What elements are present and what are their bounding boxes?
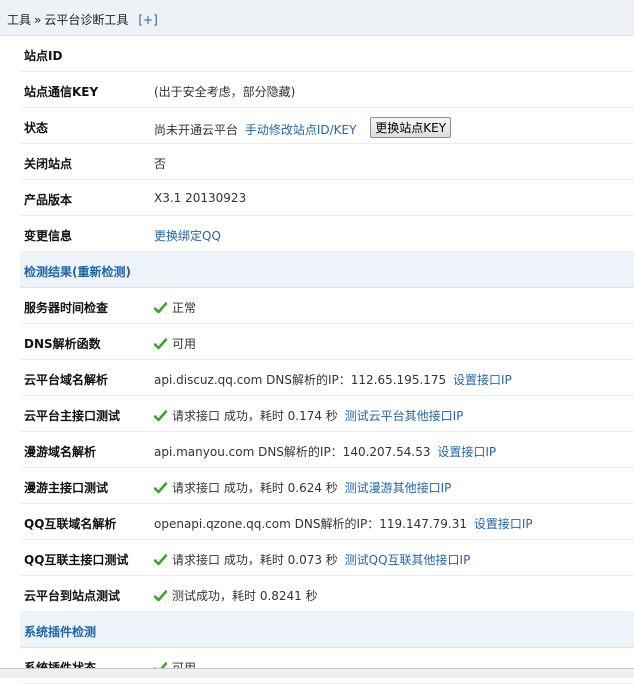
label-close-site: 关闭站点: [24, 157, 73, 171]
value-dns-func: 可用: [154, 335, 196, 352]
server-time-result: 正常: [172, 301, 197, 315]
row-status: 状态 尚未开通云平台 手动修改站点ID/KEY 更换站点KEY: [20, 108, 634, 144]
value-close-site: 否: [154, 157, 167, 171]
row-server-time: 服务器时间检查 正常: [20, 288, 634, 324]
cloud-dns-result: api.discuz.qq.com DNS解析的IP：112.65.195.17…: [154, 373, 447, 387]
row-cloud-api: 云平台主接口测试 请求接口 成功，耗时 0.174 秒 测试云平台其他接口IP: [20, 396, 634, 432]
check-icon: [154, 338, 167, 350]
set-qq-ip-link[interactable]: 设置接口IP: [474, 517, 533, 531]
value-cloud-dns: api.discuz.qq.com DNS解析的IP：112.65.195.17…: [154, 371, 512, 388]
value-cloud-to-site: 测试成功，耗时 0.8241 秒: [154, 587, 318, 604]
row-manyou-api: 漫游主接口测试 请求接口 成功，耗时 0.624 秒 测试漫游其他接口IP: [20, 468, 634, 504]
manyou-api-result: 请求接口 成功，耗时 0.624 秒: [172, 481, 338, 495]
check-icon: [154, 590, 167, 602]
label-version: 产品版本: [24, 193, 73, 207]
row-close-site: 关闭站点 否: [20, 144, 634, 180]
breadcrumb-current: 云平台诊断工具: [44, 13, 129, 27]
value-cloud-api: 请求接口 成功，耗时 0.174 秒 测试云平台其他接口IP: [154, 407, 463, 424]
dns-func-result: 可用: [172, 337, 197, 351]
row-dns-func: DNS解析函数 可用: [20, 324, 634, 360]
rebind-qq-link[interactable]: 更换绑定QQ: [154, 229, 221, 243]
row-qq-dns: QQ互联域名解析 openapi.qzone.qq.com DNS解析的IP：1…: [20, 504, 634, 540]
row-comm-key: 站点通信KEY (出于安全考虑，部分隐藏): [20, 72, 634, 108]
breadcrumb-root[interactable]: 工具: [7, 13, 31, 27]
section-check-result: 检测结果(重新检测): [20, 252, 634, 288]
test-manyou-other-ip-link[interactable]: 测试漫游其他接口IP: [345, 481, 452, 495]
row-manyou-dns: 漫游域名解析 api.manyou.com DNS解析的IP：140.207.5…: [20, 432, 634, 468]
manyou-dns-result: api.manyou.com DNS解析的IP：140.207.54.53: [154, 445, 431, 459]
set-cloud-ip-link[interactable]: 设置接口IP: [453, 373, 512, 387]
label-manyou-api: 漫游主接口测试: [24, 481, 109, 495]
value-status: 尚未开通云平台 手动修改站点ID/KEY 更换站点KEY: [154, 117, 452, 140]
breadcrumb-bar: 工具» 云平台诊断工具 [+]: [0, 0, 634, 36]
check-icon: [154, 554, 167, 566]
modify-site-id-link[interactable]: 手动修改站点ID/KEY: [245, 123, 357, 137]
row-cloud-to-site: 云平台到站点测试 测试成功，耗时 0.8241 秒: [20, 576, 634, 612]
value-manyou-api: 请求接口 成功，耗时 0.624 秒 测试漫游其他接口IP: [154, 479, 451, 496]
row-site-id: 站点ID: [20, 36, 634, 72]
label-qq-api: QQ互联主接口测试: [24, 553, 129, 567]
status-text: 尚未开通云平台: [154, 123, 239, 137]
label-site-id: 站点ID: [24, 49, 63, 63]
row-qq-api: QQ互联主接口测试 请求接口 成功，耗时 0.073 秒 测试QQ互联其他接口I…: [20, 540, 634, 576]
label-dns-func: DNS解析函数: [24, 337, 101, 351]
value-qq-api: 请求接口 成功，耗时 0.073 秒 测试QQ互联其他接口IP: [154, 551, 470, 568]
section-plugin-check-title: 系统插件检测: [24, 625, 97, 639]
check-icon: [154, 482, 167, 494]
label-server-time: 服务器时间检查: [24, 301, 109, 315]
expand-link[interactable]: [+]: [138, 13, 157, 27]
value-version: X3.1 20130923: [154, 191, 247, 205]
value-manyou-dns: api.manyou.com DNS解析的IP：140.207.54.53 设置…: [154, 443, 496, 460]
qq-api-result: 请求接口 成功，耗时 0.073 秒: [172, 553, 338, 567]
label-change-info: 变更信息: [24, 229, 73, 243]
test-qq-other-ip-link[interactable]: 测试QQ互联其他接口IP: [345, 553, 471, 567]
set-manyou-ip-link[interactable]: 设置接口IP: [437, 445, 496, 459]
test-cloud-other-ip-link[interactable]: 测试云平台其他接口IP: [345, 409, 464, 423]
row-plugin-status: 系统插件状态 可用: [20, 648, 634, 684]
breadcrumb: 工具» 云平台诊断工具 [+]: [7, 11, 158, 28]
diagnostic-table: 站点ID 站点通信KEY (出于安全考虑，部分隐藏) 状态 尚未开通云平台 手动…: [20, 36, 634, 684]
label-qq-dns: QQ互联域名解析: [24, 517, 117, 531]
change-site-key-button[interactable]: 更换站点KEY: [370, 117, 452, 138]
section-check-result-title[interactable]: 检测结果(重新检测): [24, 263, 131, 280]
label-cloud-to-site: 云平台到站点测试: [24, 589, 121, 603]
value-comm-key: (出于安全考虑，部分隐藏): [154, 85, 296, 99]
row-version: 产品版本 X3.1 20130923: [20, 180, 634, 216]
row-cloud-dns: 云平台域名解析 api.discuz.qq.com DNS解析的IP：112.6…: [20, 360, 634, 396]
value-server-time: 正常: [154, 299, 196, 316]
breadcrumb-separator: »: [34, 13, 42, 27]
row-change-info: 变更信息 更换绑定QQ: [20, 216, 634, 252]
section-plugin-check: 系统插件检测: [20, 612, 634, 648]
value-change-info: 更换绑定QQ: [154, 227, 221, 244]
qq-dns-result: openapi.qzone.qq.com DNS解析的IP：119.147.79…: [154, 517, 468, 531]
label-status: 状态: [24, 121, 49, 135]
cloud-to-site-result: 测试成功，耗时 0.8241 秒: [172, 589, 318, 603]
label-cloud-dns: 云平台域名解析: [24, 373, 109, 387]
label-cloud-api: 云平台主接口测试: [24, 409, 121, 423]
check-icon: [154, 302, 167, 314]
check-icon: [154, 410, 167, 422]
label-manyou-dns: 漫游域名解析: [24, 445, 97, 459]
label-comm-key: 站点通信KEY: [24, 85, 99, 99]
cloud-api-result: 请求接口 成功，耗时 0.174 秒: [172, 409, 338, 423]
value-qq-dns: openapi.qzone.qq.com DNS解析的IP：119.147.79…: [154, 515, 533, 532]
